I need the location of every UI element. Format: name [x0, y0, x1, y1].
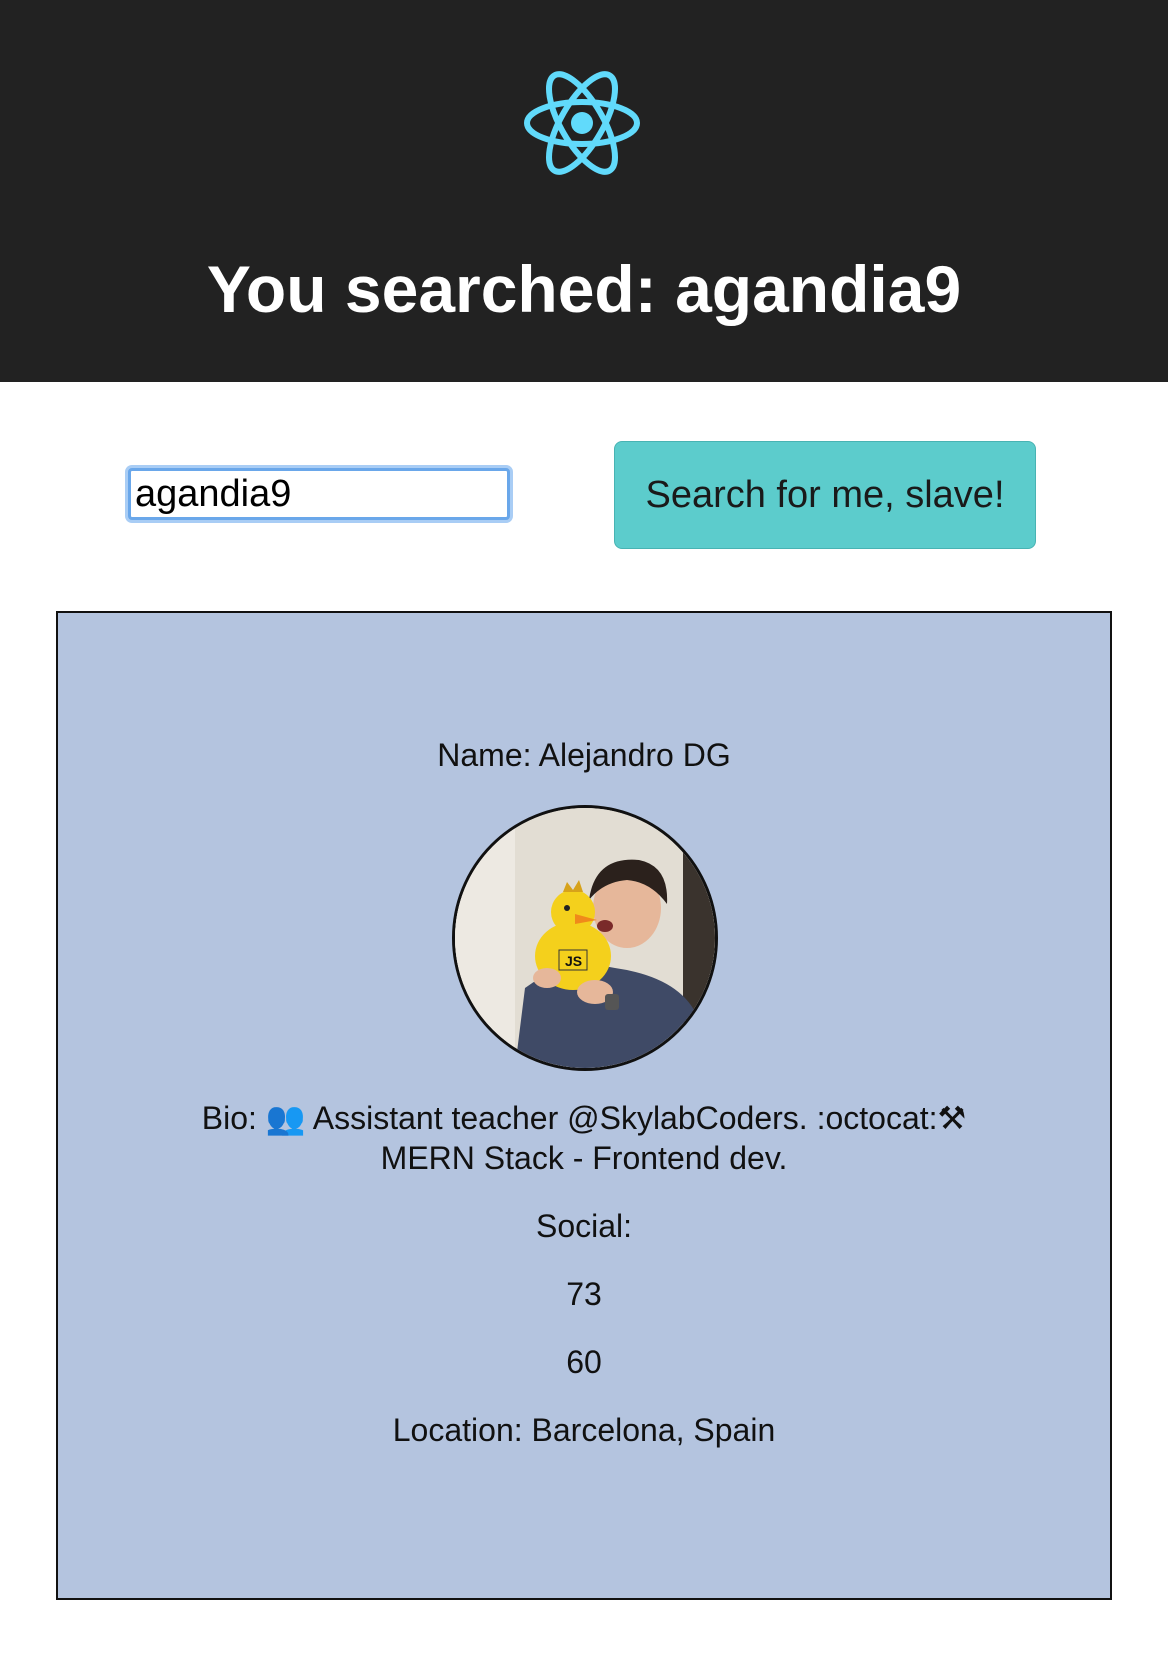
svg-text:JS: JS: [565, 953, 582, 969]
app-header: You searched: agandia9: [0, 0, 1168, 382]
profile-social-label: Social:: [535, 1208, 633, 1244]
profile-followers: 73: [566, 1276, 602, 1312]
profile-following: 60: [566, 1344, 602, 1380]
profile-bio-line1: Bio: 👥 Assistant teacher @SkylabCoders. …: [201, 1100, 967, 1136]
profile-location: Location: Barcelona, Spain: [392, 1412, 776, 1448]
profile-bio-line2: MERN Stack - Frontend dev.: [380, 1140, 788, 1176]
profile-card: Name: Alejandro DG JS Bio: 👥 Assistant t…: [56, 611, 1112, 1600]
profile-name: Name: Alejandro DG: [437, 737, 731, 773]
search-input[interactable]: [128, 468, 510, 520]
search-button[interactable]: Search for me, slave!: [614, 441, 1036, 549]
page-title: You searched: agandia9: [206, 252, 962, 326]
avatar: JS: [452, 805, 718, 1071]
react-atom-icon: [524, 71, 640, 175]
